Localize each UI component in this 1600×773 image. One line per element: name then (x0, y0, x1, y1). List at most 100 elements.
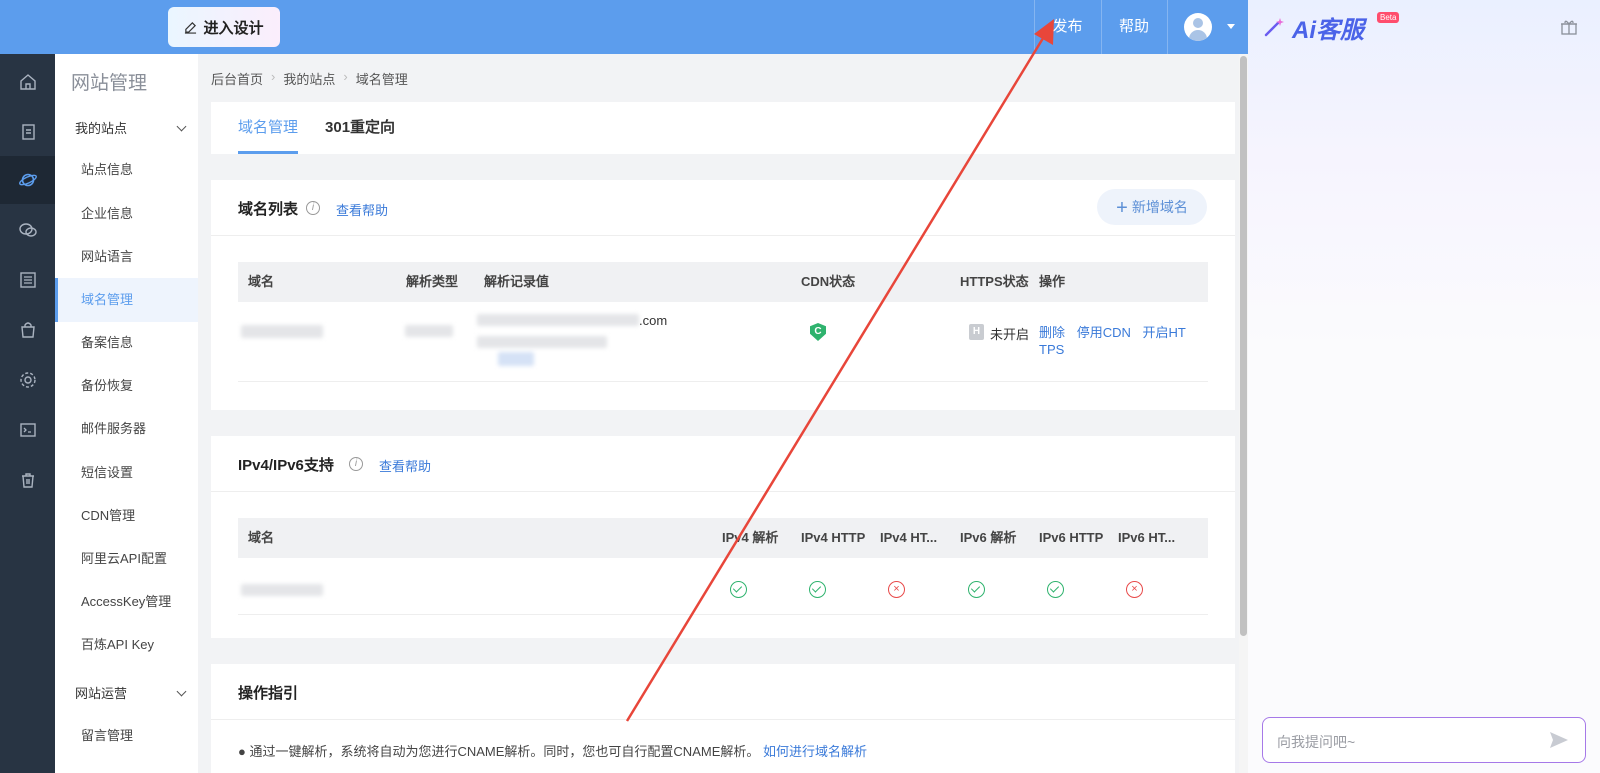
scrollbar-thumb[interactable] (1240, 56, 1247, 636)
rail-terminal[interactable] (0, 406, 55, 454)
ipv4-http-ok-icon (809, 581, 826, 598)
sidebar-item-mail[interactable]: 邮件服务器 (55, 407, 198, 451)
guide-card: 操作指引 ● 通过一键解析，系统将自动为您进行CNAME解析。同时，您也可自行配… (211, 664, 1235, 773)
group-label: 我的站点 (75, 121, 128, 136)
divider (1167, 0, 1168, 54)
sidebar-item-language[interactable]: 网站语言 (55, 235, 198, 279)
sidebar-item-backup[interactable]: 备份恢复 (55, 364, 198, 408)
ipv4-https-fail-icon: × (888, 581, 905, 598)
guide-link[interactable]: 如何进行域名解析 (763, 744, 867, 759)
enable-https-link[interactable]: 开启HT (1143, 325, 1186, 340)
trash-icon (21, 473, 34, 488)
top-bar: 进入设计 发布 帮助 (0, 0, 1248, 54)
side-menu-title: 网站管理 (71, 73, 148, 94)
ipv6-http-ok-icon (1047, 581, 1064, 598)
domain-list-card: 域名列表 i 查看帮助 + 新增域名 域名 解析类型 解析记录值 CDN状态 HT… (211, 180, 1235, 410)
https-icon: H (969, 324, 984, 340)
info-icon[interactable]: i (349, 457, 363, 471)
chevron-down-icon (176, 686, 187, 697)
guide-header: 操作指引 (211, 664, 1235, 720)
ipv-help-link[interactable]: 查看帮助 (379, 456, 431, 475)
send-icon[interactable] (1549, 731, 1569, 749)
enter-design-button[interactable]: 进入设计 (168, 7, 280, 47)
gift-icon[interactable] (1560, 18, 1578, 36)
chevron-down-icon[interactable] (1227, 24, 1235, 29)
breadcrumb-home[interactable]: 后台首页 (211, 69, 263, 88)
sidebar-item-company-info[interactable]: 企业信息 (55, 192, 198, 236)
ipv6-https-fail-icon: × (1126, 581, 1143, 598)
sidebar-item-site-info[interactable]: 站点信息 (55, 148, 198, 192)
breadcrumb-separator: › (343, 69, 348, 84)
ai-question-input[interactable]: 向我提问吧~ (1262, 717, 1586, 763)
ai-logo: Ai客服 (1262, 12, 1364, 44)
add-domain-label: 新增域名 (1131, 199, 1188, 215)
col-ipv6-resolve: IPv6 解析 (960, 530, 1017, 545)
chevron-down-icon (176, 121, 187, 132)
record-suffix: .com (639, 313, 668, 328)
beta-badge: Beta (1377, 12, 1400, 23)
enter-design-label: 进入设计 (203, 19, 264, 37)
col-ipv4-https: IPv4 HT... (880, 530, 938, 545)
rail-home[interactable] (0, 58, 55, 106)
guide-text-line: ● 通过一键解析，系统将自动为您进行CNAME解析。同时，您也可自行配置CNAM… (238, 741, 867, 760)
sidebar-item-domain[interactable]: 域名管理 (55, 278, 198, 322)
edit-icon (185, 21, 197, 34)
group-ops[interactable]: 网站运营 (75, 683, 187, 702)
help-button[interactable]: 帮助 (1101, 0, 1167, 54)
chat-icon (18, 223, 37, 237)
magic-wand-icon (1264, 18, 1284, 37)
sidebar-item-cdn[interactable]: CDN管理 (55, 494, 198, 538)
sidebar-item-aliyun-api[interactable]: 阿里云API配置 (55, 537, 198, 581)
add-domain-button[interactable]: + 新增域名 (1097, 189, 1207, 225)
col-ipv4-http: IPv4 HTTP (801, 530, 866, 545)
redacted-type (405, 325, 453, 337)
ipv4-resolve-ok-icon (730, 581, 747, 598)
planet-icon (18, 173, 37, 187)
rail-shop[interactable] (0, 306, 55, 354)
breadcrumb-separator: › (271, 69, 276, 84)
rail-chat[interactable] (0, 206, 55, 254)
rail-pages[interactable] (0, 108, 55, 156)
ai-input-placeholder: 向我提问吧~ (1277, 734, 1356, 750)
breadcrumb-my-sites[interactable]: 我的站点 (283, 69, 335, 88)
domain-help-link[interactable]: 查看帮助 (336, 200, 388, 219)
rail-list[interactable] (0, 256, 55, 304)
col-ipv6-http: IPv6 HTTP (1039, 530, 1104, 545)
domain-table-header: 域名 解析类型 解析记录值 CDN状态 HTTPS状态 操作 (238, 262, 1208, 302)
enable-https-link-cont[interactable]: TPS (1039, 342, 1064, 357)
shopping-bag-icon (20, 322, 35, 338)
domain-list-title: 域名列表 (238, 201, 299, 218)
sidebar-item-bailian-key[interactable]: 百炼API Key (55, 623, 198, 667)
col-cdn-status: CDN状态 (801, 274, 856, 289)
rail-settings[interactable] (0, 356, 55, 404)
home-icon (19, 74, 36, 90)
sidebar-item-icp[interactable]: 备案信息 (55, 321, 198, 365)
tab-domain[interactable]: 域名管理 (238, 102, 299, 154)
sidebar-item-accesskey[interactable]: AccessKey管理 (55, 580, 198, 624)
redacted-domain (241, 584, 323, 596)
main-scrollbar[interactable] (1239, 54, 1248, 773)
info-icon[interactable]: i (306, 201, 320, 215)
delete-link[interactable]: 删除 (1039, 325, 1065, 340)
gear-icon (19, 372, 36, 388)
rail-trash[interactable] (0, 456, 55, 504)
sidebar-item-messages[interactable]: 留言管理 (55, 714, 198, 758)
tabs-card: 域名管理 301重定向 (211, 102, 1235, 154)
publish-button[interactable]: 发布 (1034, 0, 1101, 54)
icon-rail (0, 54, 55, 773)
tab-redirect[interactable]: 301重定向 (325, 102, 395, 154)
cdn-shield-icon: C (810, 323, 826, 341)
row-divider (238, 381, 1208, 382)
sidebar-item-sms[interactable]: 短信设置 (55, 451, 198, 495)
ipv-header: IPv4/IPv6支持 i 查看帮助 (211, 436, 1235, 492)
list-icon (19, 272, 36, 288)
rail-website[interactable] (0, 156, 55, 204)
group-my-sites[interactable]: 我的站点 (75, 118, 187, 137)
col-ipv6-https: IPv6 HT... (1118, 530, 1176, 545)
disable-cdn-link[interactable]: 停用CDN (1077, 325, 1131, 340)
terminal-icon (19, 423, 36, 437)
avatar[interactable] (1184, 13, 1212, 41)
group-label: 网站运营 (75, 686, 128, 701)
row-actions: 删除 停用CDN 开启HT TPS (1039, 324, 1199, 358)
guide-title: 操作指引 (238, 685, 299, 702)
